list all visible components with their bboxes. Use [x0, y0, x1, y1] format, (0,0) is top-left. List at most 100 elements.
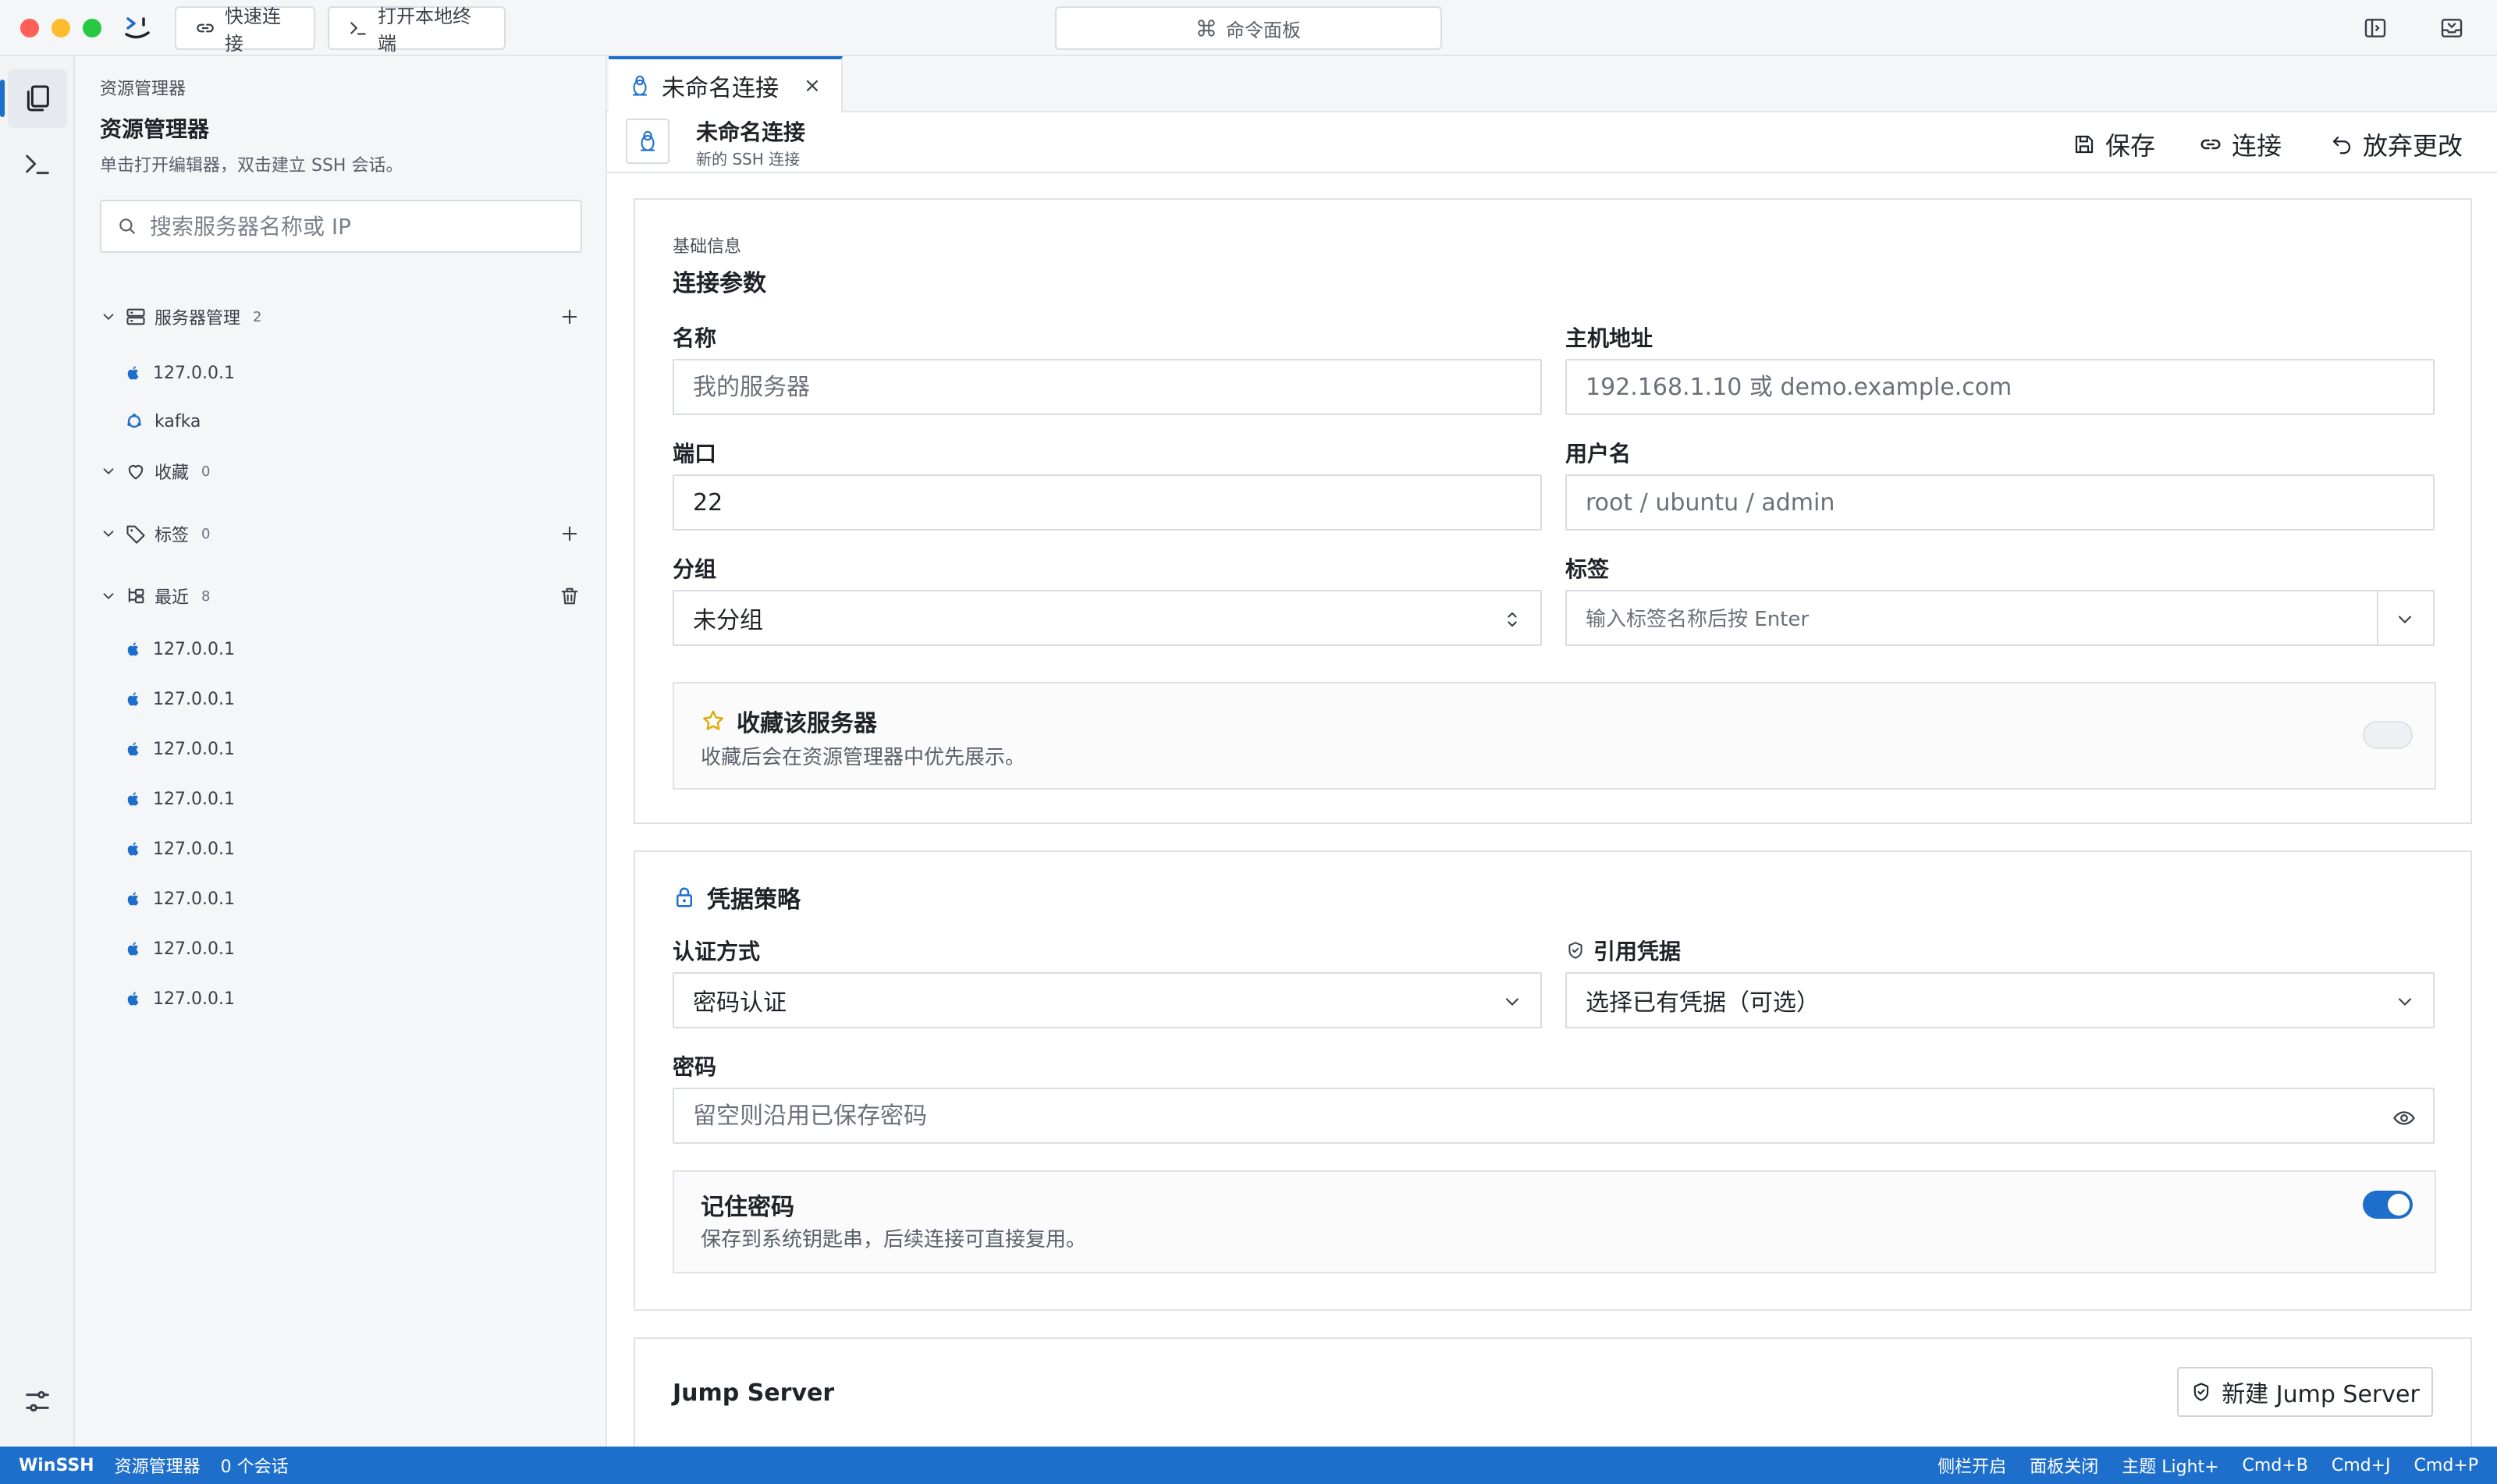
- server-search-input[interactable]: [150, 213, 556, 240]
- tags-label: 标签: [1565, 552, 1609, 584]
- toggle-panel-icon[interactable]: [2363, 16, 2388, 41]
- remember-password-desc: 保存到系统钥匙串，后续连接可直接复用。: [701, 1228, 1087, 1251]
- server-search[interactable]: [100, 200, 582, 253]
- status-shortcut-b[interactable]: Cmd+B: [2243, 1456, 2308, 1475]
- settings-activity-button[interactable]: [8, 1372, 67, 1431]
- apple-icon: [125, 641, 142, 658]
- port-input[interactable]: [693, 488, 1522, 517]
- apple-icon: [125, 364, 142, 382]
- recent-item[interactable]: 127.0.0.1: [125, 779, 593, 819]
- terminal-activity-button[interactable]: [8, 134, 67, 193]
- close-window-button[interactable]: [20, 19, 39, 37]
- group-recent-count: 8: [201, 588, 211, 605]
- history-tree-icon: [125, 585, 147, 607]
- group-select[interactable]: 未分组: [673, 590, 1542, 646]
- save-button[interactable]: 保存: [2073, 126, 2155, 162]
- command-palette-button[interactable]: 命令面板: [1055, 6, 1442, 50]
- discard-changes-button[interactable]: 放弃更改: [2330, 126, 2463, 162]
- status-bar: WinSSH 资源管理器 0 个会话 侧栏开启 面板关闭 主题 Light+ C…: [0, 1447, 2497, 1484]
- recent-item[interactable]: 127.0.0.1: [125, 679, 593, 719]
- status-shortcut-j[interactable]: Cmd+J: [2332, 1456, 2391, 1475]
- status-theme[interactable]: 主题 Light+: [2122, 1453, 2218, 1478]
- group-servers[interactable]: 服务器管理 2: [100, 300, 593, 334]
- tags-field[interactable]: [1565, 590, 2435, 646]
- name-label-text: 名称: [673, 325, 717, 351]
- group-tags-label: 标签: [155, 526, 190, 545]
- activity-bar: [0, 56, 75, 1447]
- credentials-section-title-text: 凭据策略: [707, 886, 801, 914]
- group-favorites-label: 收藏: [155, 463, 190, 483]
- credential-ref-label: 引用凭据: [1565, 935, 1681, 966]
- tags-input[interactable]: [1586, 604, 2335, 632]
- connect-button[interactable]: 连接: [2199, 126, 2282, 162]
- chevron-down-icon[interactable]: [100, 588, 117, 605]
- name-field[interactable]: [673, 359, 1542, 415]
- server-item[interactable]: 127.0.0.1: [125, 353, 593, 393]
- app-logo-icon: [123, 14, 151, 42]
- status-panel-state[interactable]: 面板关闭: [2030, 1453, 2098, 1478]
- status-sessions[interactable]: 0 个会话: [221, 1453, 289, 1478]
- new-jump-server-button[interactable]: 新建 Jump Server: [2177, 1367, 2433, 1417]
- favorite-server-row: 收藏该服务器 收藏后会在资源管理器中优先展示。: [673, 682, 2436, 790]
- recent-item[interactable]: 127.0.0.1: [125, 978, 593, 1019]
- recent-item[interactable]: 127.0.0.1: [125, 879, 593, 919]
- clear-recent-icon[interactable]: [559, 585, 581, 607]
- port-field[interactable]: [673, 474, 1542, 531]
- chevron-down-icon[interactable]: [100, 463, 117, 480]
- username-input[interactable]: [1586, 488, 2414, 517]
- host-input[interactable]: [1586, 373, 2414, 401]
- tab-close-icon[interactable]: ×: [804, 74, 821, 98]
- minimize-window-button[interactable]: [52, 19, 70, 37]
- explorer-activity-button[interactable]: [0, 69, 67, 128]
- new-jump-server-label: 新建 Jump Server: [2222, 1381, 2420, 1408]
- maximize-window-button[interactable]: [83, 19, 101, 37]
- group-tags-count: 0: [201, 525, 211, 542]
- credential-ref-select[interactable]: 选择已有凭据（可选）: [1565, 972, 2435, 1028]
- password-field[interactable]: [673, 1088, 2435, 1144]
- recent-item[interactable]: 127.0.0.1: [125, 629, 593, 669]
- recent-item-label: 127.0.0.1: [153, 639, 235, 659]
- group-label: 分组: [673, 552, 716, 584]
- quick-connect-button[interactable]: 快速连接: [175, 5, 315, 55]
- remember-password-title-text: 记住密码: [701, 1194, 794, 1221]
- password-input[interactable]: [693, 1102, 2363, 1130]
- tag-icon: [125, 523, 147, 545]
- favorite-toggle[interactable]: [2363, 721, 2413, 749]
- status-brand[interactable]: WinSSH: [19, 1456, 94, 1475]
- chevron-down-icon[interactable]: [100, 308, 117, 325]
- shield-icon: [2190, 1381, 2212, 1403]
- open-local-terminal-button[interactable]: 打开本地终端: [328, 5, 506, 55]
- group-favorites[interactable]: 收藏 0: [100, 454, 593, 488]
- linux-penguin-icon: [626, 119, 670, 164]
- name-input[interactable]: [693, 373, 1522, 401]
- recent-item[interactable]: 127.0.0.1: [125, 829, 593, 869]
- status-shortcut-p[interactable]: Cmd+P: [2414, 1456, 2478, 1475]
- eye-icon[interactable]: [2392, 1106, 2416, 1130]
- add-server-icon[interactable]: [559, 306, 581, 328]
- remember-password-toggle[interactable]: [2363, 1191, 2413, 1219]
- tab-unnamed-connection[interactable]: 未命名连接 ×: [609, 56, 843, 112]
- group-recent[interactable]: 最近 8: [100, 579, 593, 613]
- save-label: 保存: [2105, 131, 2156, 161]
- inbox-icon[interactable]: [2439, 16, 2464, 41]
- recent-item[interactable]: 127.0.0.1: [125, 928, 593, 969]
- command-key-icon: [1196, 18, 1217, 38]
- files-icon: [22, 83, 53, 114]
- page-title: 未命名连接: [696, 119, 806, 145]
- auth-method-select[interactable]: 密码认证: [673, 972, 1542, 1028]
- username-field[interactable]: [1565, 474, 2435, 531]
- chevron-down-icon[interactable]: [2394, 609, 2416, 630]
- chevron-down-icon[interactable]: [100, 525, 117, 542]
- status-view[interactable]: 资源管理器: [115, 1453, 201, 1478]
- group-tags[interactable]: 标签 0: [100, 517, 593, 551]
- password-label-text: 密码: [673, 1054, 717, 1080]
- link-icon: [2199, 133, 2222, 156]
- basic-info-card: 基础信息 连接参数 名称 主机地址 端口 用户名 分组 未分组 标签: [634, 198, 2472, 824]
- status-sidebar-state[interactable]: 侧栏开启: [1938, 1453, 2006, 1478]
- server-item[interactable]: kafka: [125, 401, 593, 442]
- credentials-section-title: 凭据策略: [673, 880, 801, 914]
- host-field[interactable]: [1565, 359, 2435, 415]
- add-tag-icon[interactable]: [559, 523, 581, 545]
- name-label: 名称: [673, 321, 716, 353]
- recent-item[interactable]: 127.0.0.1: [125, 729, 593, 769]
